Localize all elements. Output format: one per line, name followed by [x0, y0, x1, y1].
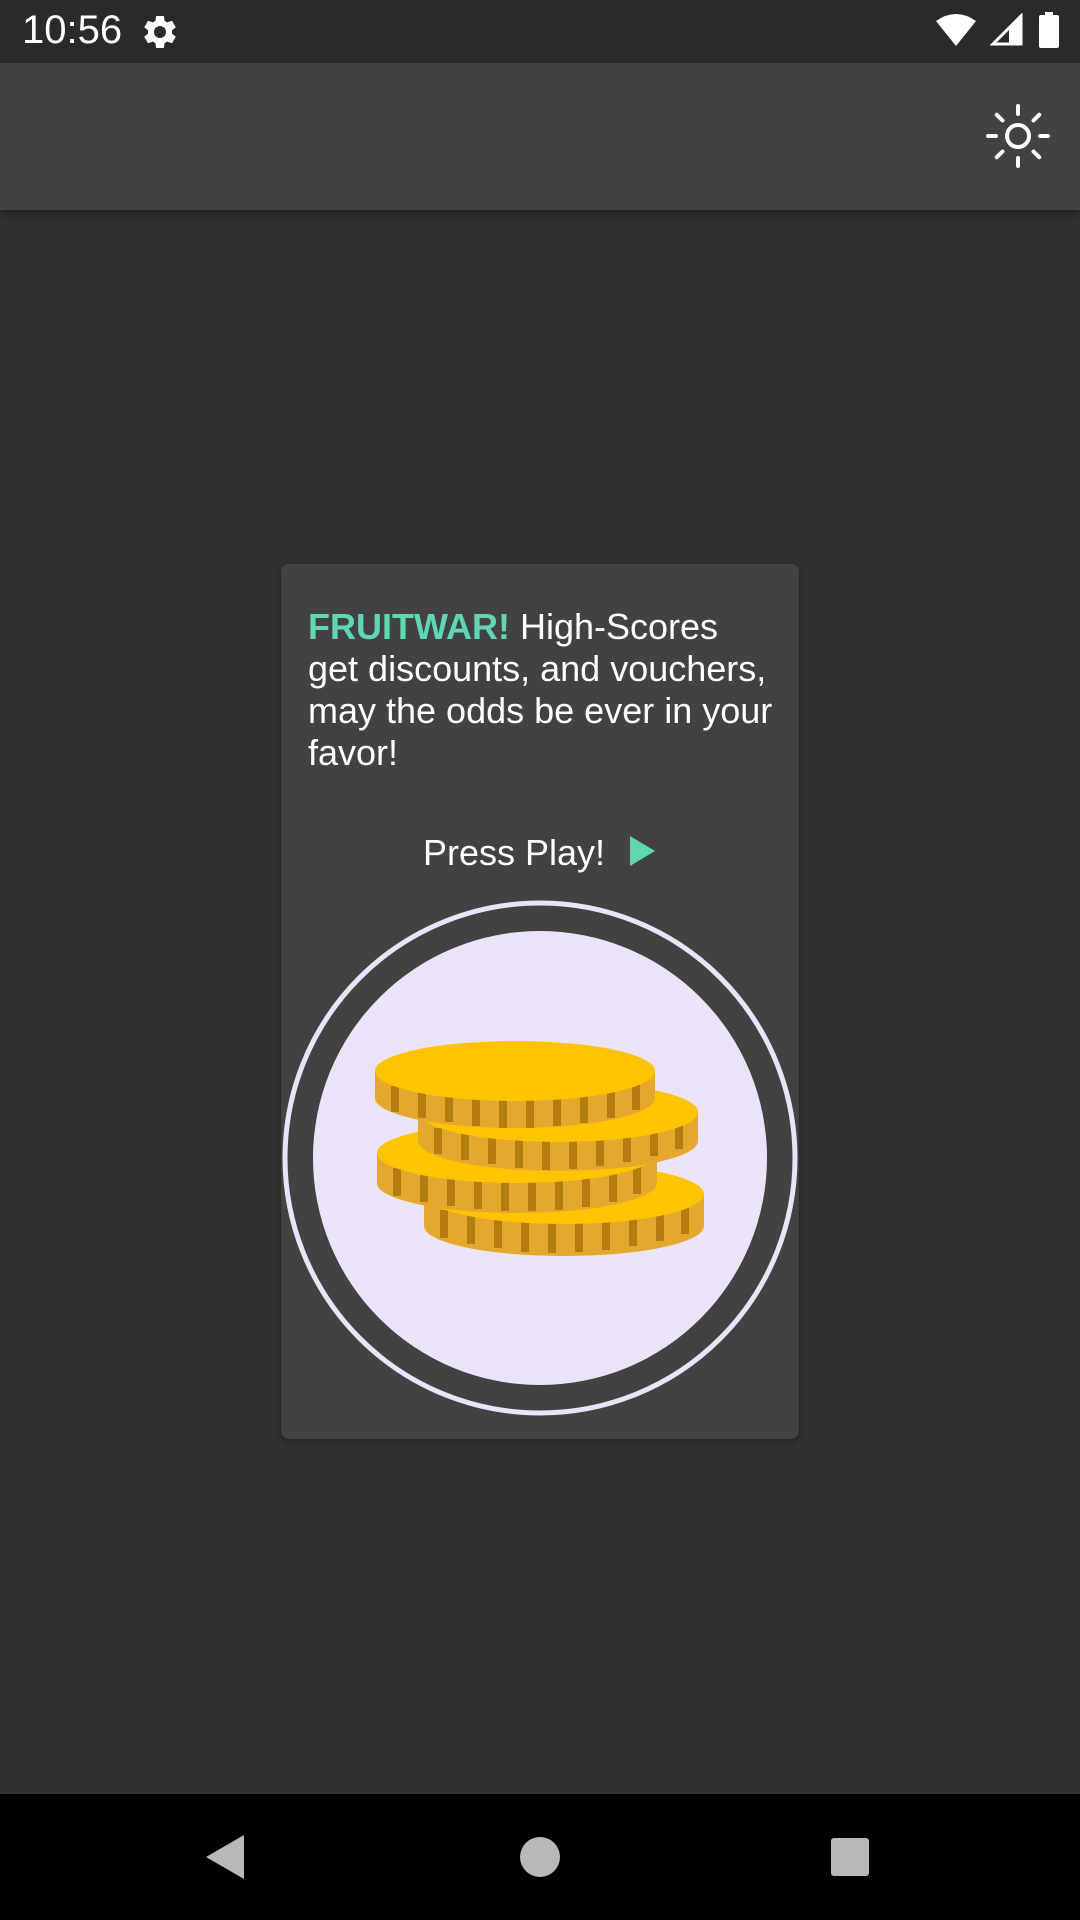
back-icon[interactable]: [196, 1827, 256, 1887]
navigation-bar: [0, 1794, 1080, 1920]
press-play-button[interactable]: Press Play!: [281, 826, 799, 880]
status-icons: [936, 11, 1060, 53]
promo-text: FRUITWAR! High-Scores get discounts, and…: [308, 606, 778, 774]
coin-stack-icon: [282, 900, 798, 1416]
coin-play-button[interactable]: [281, 898, 799, 1418]
game-card: FRUITWAR! High-Scores get discounts, and…: [281, 564, 799, 1439]
recents-icon[interactable]: [820, 1827, 880, 1887]
press-play-label: Press Play!: [422, 832, 606, 873]
home-icon[interactable]: [510, 1827, 570, 1887]
settings-icon: [140, 12, 180, 52]
brand-name: FRUITWAR!: [308, 606, 510, 647]
status-time: 10:56: [22, 8, 123, 52]
cellular-signal-icon: [989, 11, 1024, 52]
play-arrow-icon: [627, 834, 657, 873]
brightness-icon[interactable]: [986, 104, 1050, 168]
status-bar: 10:56: [0, 0, 1080, 63]
app-bar: [0, 63, 1080, 210]
coin: [375, 1041, 655, 1128]
battery-icon: [1038, 11, 1060, 53]
wifi-icon: [936, 13, 976, 52]
